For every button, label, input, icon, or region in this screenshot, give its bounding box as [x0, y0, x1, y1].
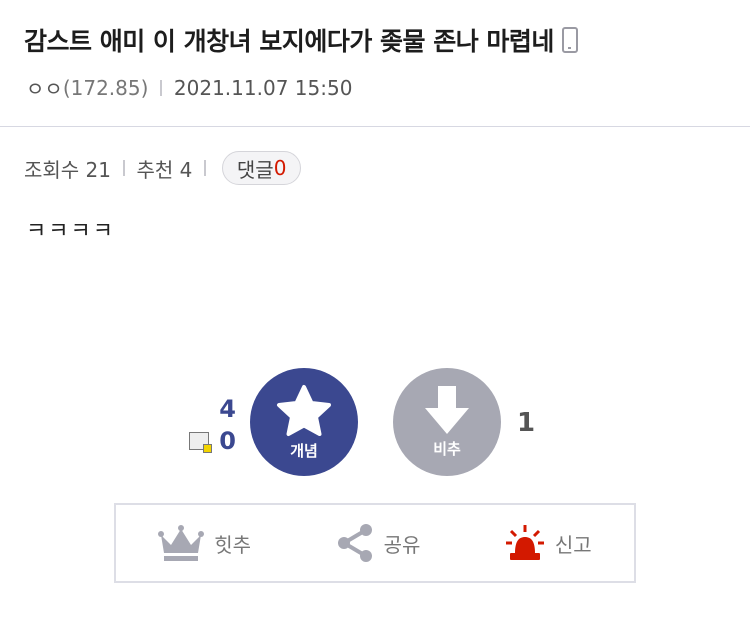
author-ip: (172.85) — [62, 75, 149, 100]
upvote-label: 개념 — [290, 442, 318, 460]
divider — [160, 79, 162, 96]
vote-area: 4 0 개념 비추 1 — [0, 368, 750, 478]
view-count: 조회수 21 — [24, 157, 112, 182]
post-datetime: 2021.11.07 15:50 — [173, 75, 353, 100]
post-meta: ㅇㅇ (172.85) 2021.11.07 15:50 — [26, 73, 352, 102]
upvote-counts: 4 0 — [186, 392, 236, 456]
comment-button[interactable]: 댓글 0 — [221, 151, 302, 185]
report-label: 신고 — [554, 532, 592, 557]
comment-count: 0 — [273, 156, 287, 180]
post-title-text: 감스트 애미 이 개창녀 보지에다가 좆물 존나 마렵네 — [24, 27, 554, 56]
post-content: ㅋㅋㅋㅋ — [26, 219, 115, 244]
upvote-button[interactable]: 개념 — [250, 368, 358, 476]
recommend-count: 추천 4 — [136, 157, 193, 182]
post-title: 감스트 애미 이 개창녀 보지에다가 좆물 존나 마렵네 — [24, 22, 578, 58]
share-label: 공유 — [383, 532, 421, 557]
upvote-count: 4 — [219, 395, 236, 423]
report-button[interactable]: 신고 — [505, 523, 592, 563]
post-stats: 조회수 21 추천 4 댓글 0 — [24, 150, 302, 186]
share-icon — [337, 524, 372, 562]
author-name[interactable]: ㅇㅇ — [26, 73, 63, 102]
downvote-count: 1 — [517, 408, 536, 438]
siren-icon — [505, 525, 544, 560]
share-button[interactable]: 공유 — [336, 523, 421, 563]
best-recommend-button[interactable]: 힛추 — [158, 523, 251, 563]
star-icon — [277, 385, 331, 436]
comment-label: 댓글 — [236, 157, 274, 182]
crown-icon — [158, 525, 205, 561]
down-arrow-icon — [425, 386, 469, 434]
fixed-upvote-row: 0 — [186, 426, 236, 456]
best-recommend-label: 힛추 — [214, 532, 252, 557]
fixed-upvote-count: 0 — [219, 427, 236, 455]
divider — [204, 160, 206, 176]
downvote-button[interactable]: 비추 — [393, 368, 501, 476]
fixed-recommend-icon — [189, 432, 213, 453]
divider — [123, 160, 125, 176]
mobile-icon — [561, 27, 578, 53]
post-header: 감스트 애미 이 개창녀 보지에다가 좆물 존나 마렵네 ㅇㅇ (172.85)… — [0, 0, 750, 127]
action-bar: 힛추 공유 신고 — [114, 503, 636, 583]
downvote-label: 비추 — [433, 440, 461, 458]
